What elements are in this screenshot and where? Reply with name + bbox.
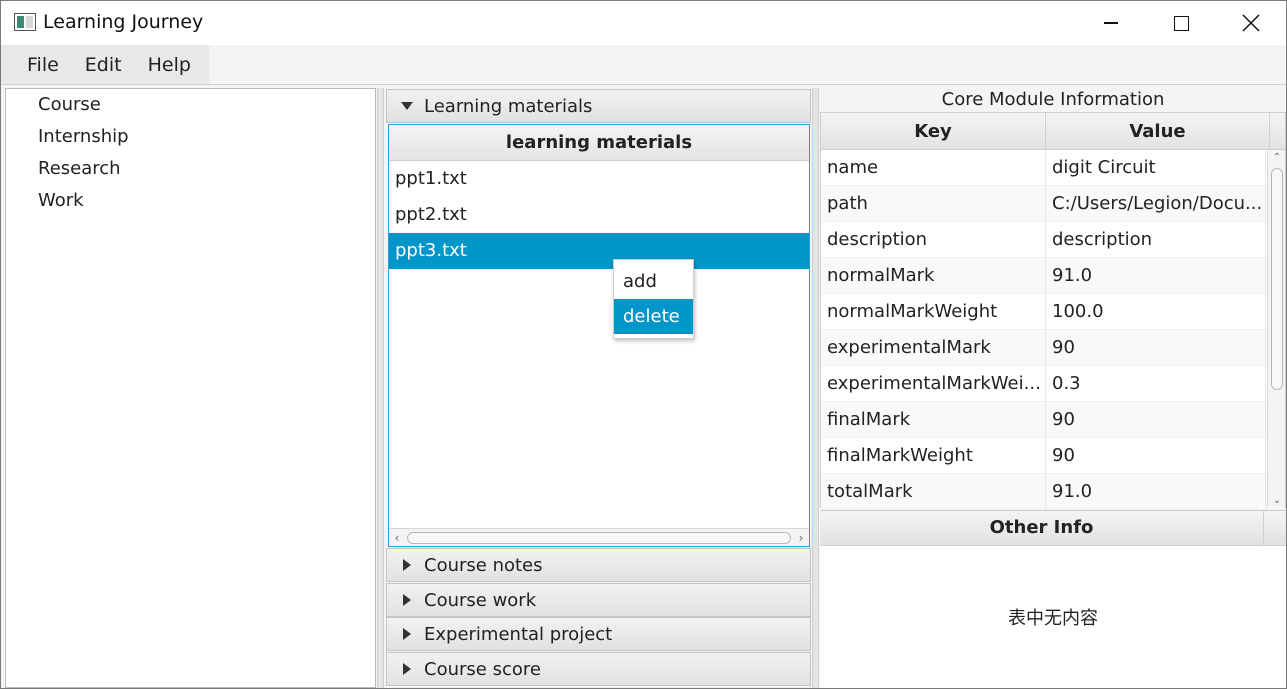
tree-item-work[interactable]: Work (6, 185, 375, 217)
scroll-thumb[interactable] (407, 532, 791, 544)
accordion-title: Course notes (424, 554, 543, 576)
table-row[interactable]: totalMark 91.0 (821, 474, 1285, 510)
list-item[interactable]: ppt2.txt (389, 197, 809, 233)
cell-value: 91.0 (1046, 474, 1266, 509)
cell-value: C:/Users/Legion/Docu... (1046, 186, 1266, 221)
cell-key: path (821, 186, 1046, 221)
table-row[interactable]: experimentalMark 90 (821, 330, 1285, 366)
materials-list[interactable]: learning materials ppt1.txt ppt2.txt ppt… (388, 124, 810, 547)
cell-key: finalMarkWeight (821, 438, 1046, 473)
accordion-pane-course-work[interactable]: Course work (386, 583, 811, 617)
accordion-title: Experimental project (424, 623, 613, 645)
cell-key: description (821, 222, 1046, 257)
scroll-down-icon[interactable]: ⌄ (1270, 493, 1284, 507)
table-row[interactable]: finalMarkWeight 90 (821, 438, 1285, 474)
cell-key: experimentalMark (821, 330, 1046, 365)
column-header-value[interactable]: Value (1046, 113, 1270, 149)
list-item-selected[interactable]: ppt3.txt (389, 233, 809, 269)
split-divider-right[interactable] (812, 88, 819, 688)
menu-bar-filler (209, 45, 1286, 85)
other-info-title: Other Info (820, 511, 1264, 545)
menu-file[interactable]: File (1, 45, 72, 85)
vertical-scrollbar[interactable]: ⌃ ⌄ (1267, 150, 1285, 507)
cell-key: normalMark (821, 258, 1046, 293)
cell-key: name (821, 150, 1046, 185)
minimize-button[interactable] (1076, 1, 1146, 45)
title-bar: Learning Journey (1, 1, 1286, 45)
accordion-pane-course-score[interactable]: Course score (386, 652, 811, 686)
collapsed-arrow-icon (403, 594, 411, 606)
split-divider-left[interactable] (377, 88, 384, 688)
accordion-title: Course score (424, 658, 541, 680)
accordion-pane-course-notes[interactable]: Course notes (386, 548, 811, 582)
info-table[interactable]: Key Value name digit Circuit path C:/Users… (820, 112, 1286, 510)
table-row[interactable]: description description (821, 222, 1285, 258)
context-menu-add[interactable]: add (614, 264, 693, 299)
cell-key: finalMark (821, 402, 1046, 437)
accordion-title: Course work (424, 589, 537, 611)
collapsed-arrow-icon (403, 663, 411, 675)
scroll-up-icon[interactable]: ⌃ (1270, 150, 1284, 164)
collapsed-arrow-icon (403, 559, 411, 571)
minimize-icon (1104, 22, 1118, 24)
cell-value: 0.3 (1046, 366, 1266, 401)
cell-key: experimentalMarkWei... (821, 366, 1046, 401)
tree-item-research[interactable]: Research (6, 153, 375, 185)
maximize-icon (1173, 15, 1189, 31)
accordion-pane-experimental-project[interactable]: Experimental project (386, 617, 811, 651)
context-menu-delete[interactable]: delete (614, 299, 693, 334)
scroll-left-icon[interactable]: ‹ (389, 530, 405, 546)
empty-placeholder: 表中无内容 (1008, 608, 1098, 629)
table-row[interactable]: normalMarkWeight 100.0 (821, 294, 1285, 330)
accordion-title: Learning materials (424, 95, 593, 117)
list-column-header[interactable]: learning materials (389, 125, 809, 161)
info-panel: Core Module Information Key Value name di… (820, 88, 1286, 688)
cell-value: 91.0 (1046, 258, 1266, 293)
accordion-pane-learning-materials[interactable]: Learning materials (386, 89, 811, 123)
app-icon (14, 13, 36, 31)
app-window: Learning Journey File Edit Help Course I… (0, 0, 1287, 689)
table-row[interactable]: path C:/Users/Legion/Docu... (821, 186, 1285, 222)
maximize-button[interactable] (1146, 1, 1216, 45)
table-body: name digit Circuit path C:/Users/Legion/Do… (821, 150, 1285, 510)
header-corner (1270, 113, 1285, 149)
menu-bar: File Edit Help (1, 45, 209, 85)
cell-value: digit Circuit (1046, 150, 1266, 185)
collapsed-arrow-icon (403, 628, 411, 640)
info-panel-title: Core Module Information (820, 88, 1286, 112)
horizontal-scrollbar[interactable]: ‹ › (389, 528, 809, 546)
context-menu: add delete (613, 259, 694, 339)
accordion: Learning materials learning materials pp… (386, 88, 811, 688)
table-header: Key Value (821, 113, 1285, 150)
menu-edit[interactable]: Edit (72, 45, 135, 85)
cell-value: description (1046, 222, 1266, 257)
other-info-table: 表中无内容 (820, 546, 1286, 688)
tree-item-course[interactable]: Course (6, 89, 375, 121)
scroll-right-icon[interactable]: › (793, 530, 809, 546)
close-button[interactable] (1216, 1, 1286, 45)
table-row[interactable]: experimentalMarkWei... 0.3 (821, 366, 1285, 402)
other-info-header[interactable]: Other Info (820, 510, 1286, 546)
cell-key: normalMarkWeight (821, 294, 1046, 329)
cell-value: 100.0 (1046, 294, 1266, 329)
window-title: Learning Journey (43, 11, 204, 33)
cell-value: 90 (1046, 402, 1266, 437)
cell-key: totalMark (821, 474, 1046, 509)
table-row[interactable]: normalMark 91.0 (821, 258, 1285, 294)
column-header-key[interactable]: Key (821, 113, 1046, 149)
table-row[interactable]: name digit Circuit (821, 150, 1285, 186)
expanded-arrow-icon (401, 102, 413, 110)
cell-value: 90 (1046, 438, 1266, 473)
list-item[interactable]: ppt1.txt (389, 161, 809, 197)
cell-value: 90 (1046, 330, 1266, 365)
category-tree: Course Internship Research Work (5, 88, 376, 688)
close-icon (1242, 14, 1260, 32)
table-row[interactable]: finalMark 90 (821, 402, 1285, 438)
scroll-thumb[interactable] (1271, 168, 1283, 390)
menu-help[interactable]: Help (135, 45, 204, 85)
tree-item-internship[interactable]: Internship (6, 121, 375, 153)
